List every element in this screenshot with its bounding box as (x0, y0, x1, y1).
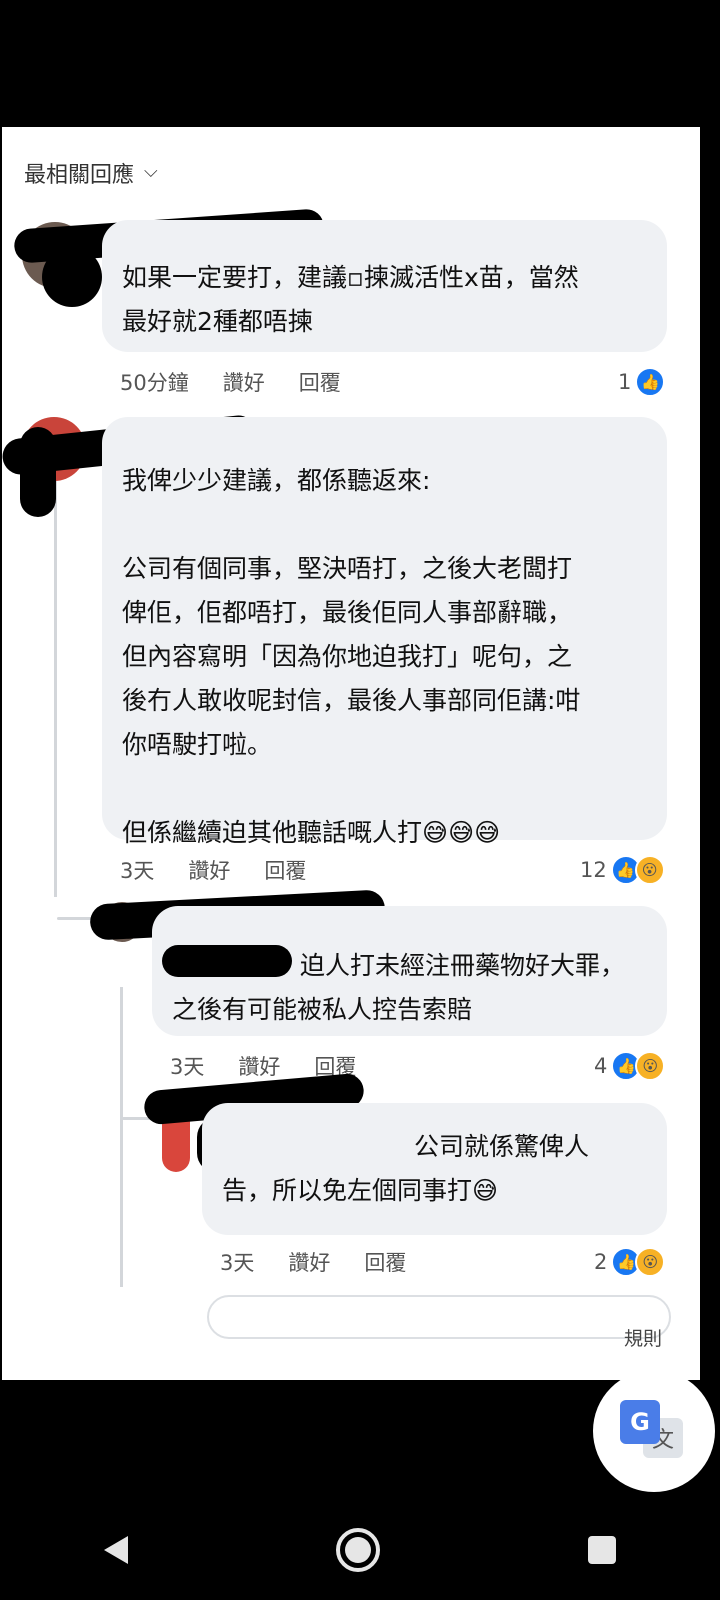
google-translate-icon: G (620, 1400, 660, 1444)
reply-button[interactable]: 回覆 (364, 1247, 406, 1277)
comment-time: 3天 (220, 1251, 255, 1275)
rules-link[interactable]: 規則 (624, 1324, 662, 1351)
comment-bubble: 公司就係驚俾人 告，所以免左個同事打😅 (202, 1103, 667, 1235)
chevron-down-icon: ⌵ (144, 160, 158, 182)
reaction-summary[interactable]: 12 👍 😮 (580, 855, 665, 885)
nav-recent-icon[interactable] (588, 1536, 616, 1564)
comment-actions: 50分鐘 讚好 回覆 (120, 367, 341, 397)
like-icon: 👍 (635, 367, 666, 397)
reaction-count: 1 (618, 370, 632, 394)
comment-text: 我俾少少建議，都係聽返來: 公司有個同事，堅決唔打，之後大老闆打 俾佢，佢都唔打… (122, 466, 581, 847)
comment-actions: 3天 讚好 回覆 (120, 855, 306, 885)
wow-icon: 😮 (634, 855, 665, 885)
comment-bubble: 我俾少少建議，都係聽返來: 公司有個同事，堅決唔打，之後大老闆打 俾佢，佢都唔打… (102, 417, 667, 847)
navigation-bar (0, 1500, 720, 1600)
comment-time: 50分鐘 (120, 371, 189, 395)
wow-icon: 😮 (635, 1247, 666, 1277)
reaction-summary[interactable]: 2 👍 😮 (594, 1247, 666, 1277)
translate-button[interactable]: 文 G (593, 1370, 715, 1492)
sort-label: 最相關回應 (24, 163, 135, 188)
wow-icon: 😮 (635, 1051, 666, 1081)
comment-time: 3天 (120, 859, 155, 883)
reaction-count: 12 (580, 858, 607, 882)
reply-button[interactable]: 回覆 (299, 367, 341, 397)
like-button[interactable]: 讚好 (223, 367, 265, 397)
reaction-count: 4 (594, 1054, 608, 1078)
reaction-summary[interactable]: 4 👍 😮 (594, 1051, 666, 1081)
comment-time: 3天 (170, 1055, 205, 1079)
comment-actions: 3天 讚好 回覆 (220, 1247, 406, 1277)
redaction (42, 247, 102, 307)
redaction (20, 427, 56, 517)
comment-text: 公司就係驚俾人 告，所以免左個同事打😅 (222, 1132, 590, 1205)
comments-panel: 最相關回應 ⌵ 如果一定要打，建議▫揀滅活性x苗，當然 最好就2種都唔揀 50分… (2, 127, 700, 1380)
like-button[interactable]: 讚好 (238, 1051, 280, 1081)
reply-input[interactable] (207, 1295, 671, 1339)
like-button[interactable]: 讚好 (188, 855, 230, 885)
reaction-summary[interactable]: 1 👍 (618, 367, 666, 397)
like-button[interactable]: 讚好 (288, 1247, 330, 1277)
thread-line (54, 477, 57, 897)
nav-home-icon[interactable] (336, 1528, 380, 1572)
reply-button[interactable]: 回覆 (264, 855, 306, 885)
nav-back-icon[interactable] (104, 1536, 128, 1564)
comment-text: 如果一定要打，建議▫揀滅活性x苗，當然 最好就2種都唔揀 (122, 263, 579, 336)
thread-line (120, 987, 123, 1287)
redaction (162, 945, 292, 977)
reaction-count: 2 (594, 1250, 608, 1274)
comment-bubble: 如果一定要打，建議▫揀滅活性x苗，當然 最好就2種都唔揀 (102, 220, 667, 352)
sort-dropdown[interactable]: 最相關回應 ⌵ (24, 157, 158, 189)
